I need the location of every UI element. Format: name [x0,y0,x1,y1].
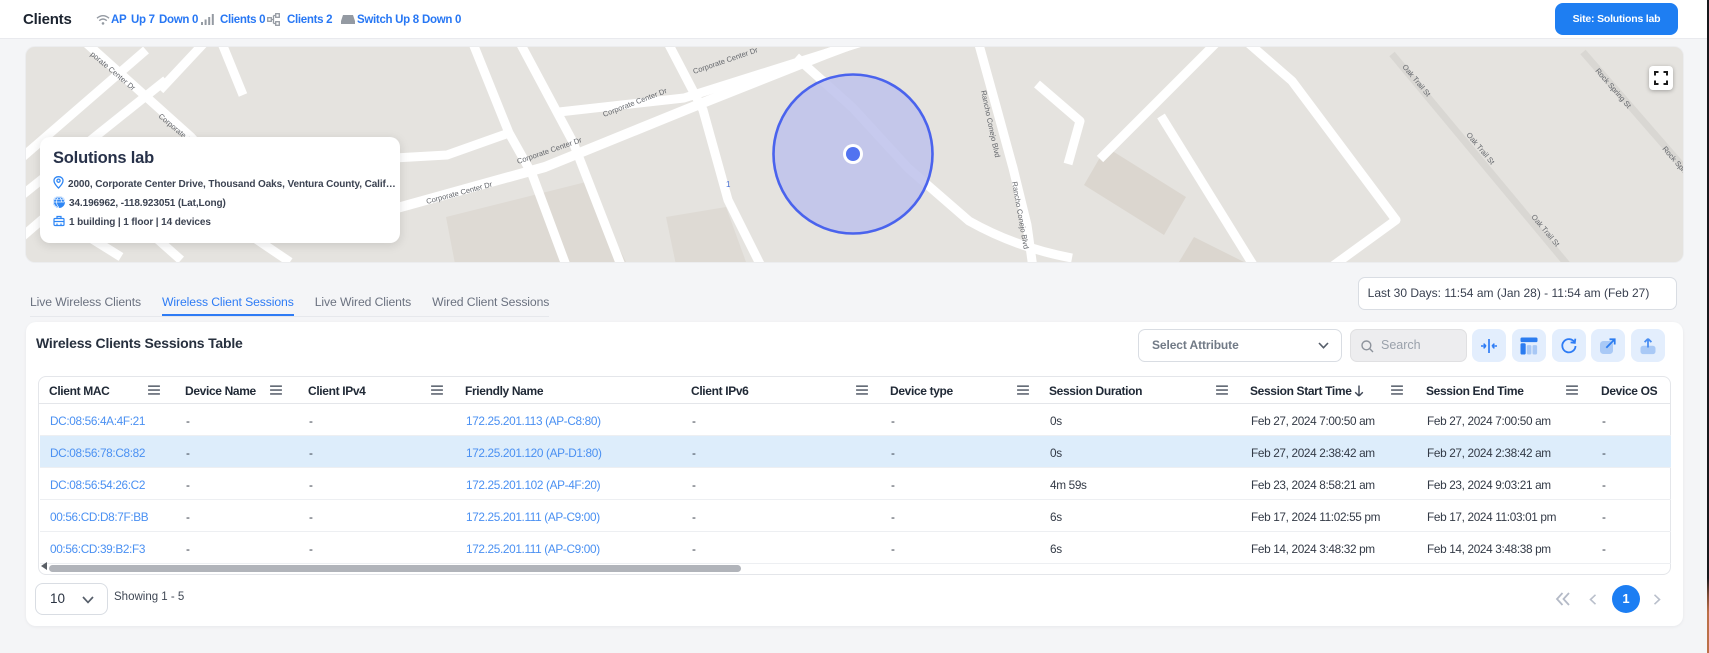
svg-text:1: 1 [726,180,731,189]
